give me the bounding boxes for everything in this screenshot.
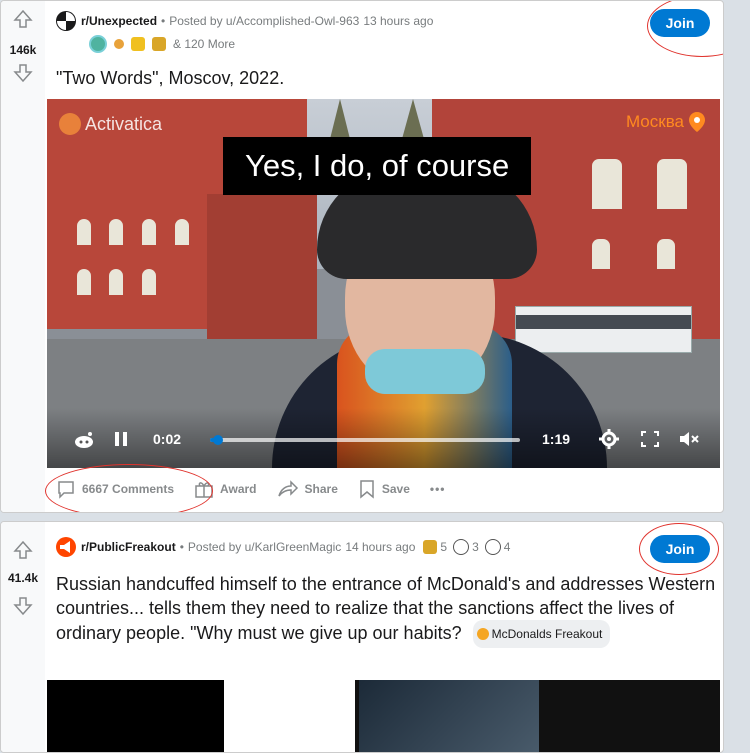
burger-icon [476,628,489,640]
posted-by[interactable]: Posted by u/Accomplished-Owl-963 [169,14,359,28]
award-icon-3 [484,539,501,555]
awards-row[interactable]: & 120 More [89,35,235,53]
award-count-3: 4 [503,540,511,554]
building-window [175,219,189,245]
post-title-text: Russian handcuffed himself to the entran… [56,574,716,643]
building-window [142,219,156,245]
post-card-unexpected: 146k r/Unexpected • Posted by u/Accompli… [0,0,724,513]
more-options-icon: ••• [429,482,446,496]
video-building-left-2 [207,194,317,344]
award-icon-3 [131,37,145,51]
post-card-publicfreakout: 41.4k r/PublicFreakout • Posted by u/Kar… [0,521,724,753]
video-duration: 1:19 [542,431,571,447]
save-label: Save [381,482,410,496]
building-window [77,219,91,245]
comments-button[interactable]: 6667 Comments [56,479,174,499]
watermark-left-text: Activatica [85,113,163,134]
more-options-button[interactable]: ••• [430,482,446,496]
building-window [592,159,622,209]
flair-label: McDonalds Freakout [491,627,603,641]
award-icon-1 [423,540,438,554]
award-icon-1 [89,35,107,53]
share-button[interactable]: Share [277,479,338,499]
post-meta: r/Unexpected • Posted by u/Accomplished-… [56,11,433,31]
post-meta: r/PublicFreakout • Posted by u/KarlGreen… [56,537,510,557]
vote-score: 146k [9,43,37,57]
building-window [142,269,156,295]
award-icon-4 [152,37,166,51]
award-label: Award [220,482,257,496]
video-preview-mid[interactable] [359,680,539,752]
progress-handle[interactable] [212,435,223,445]
building-window [592,239,610,269]
vote-column: 41.4k [1,522,45,752]
share-label: Share [304,482,338,496]
video-preview-left[interactable] [47,680,224,752]
comment-icon [58,481,74,499]
award-counts[interactable]: 5 3 4 [423,539,510,555]
downvote-icon[interactable] [13,596,33,616]
location-pin-icon [689,112,705,132]
join-button[interactable]: Join [650,9,710,37]
settings-gear-icon[interactable] [599,429,619,449]
building-window [109,269,123,295]
building-window [109,219,123,245]
watermark-right-text: Москва [625,112,684,131]
save-button[interactable]: Save [358,479,410,499]
join-button[interactable]: Join [650,535,710,563]
unexpected-logo-icon [57,12,75,30]
video-bus [515,306,692,353]
mute-icon[interactable] [679,431,699,447]
progress-bar[interactable] [210,435,520,445]
video-player[interactable]: Yes, I do, of course Activatica Москва 0… [47,99,720,468]
separator-dot: • [161,14,166,28]
more-awards: & 120 More [173,37,236,51]
subreddit-avatar[interactable] [56,11,76,31]
watermark-location: Москва [626,111,706,133]
upvote-icon[interactable] [13,540,33,560]
building-window [657,159,687,209]
vote-score: 41.4k [7,571,39,585]
subreddit-link[interactable]: r/Unexpected [81,14,157,28]
share-icon [277,480,298,497]
comments-label: 6667 Comments [82,482,175,496]
current-time: 0:02 [153,431,182,447]
building-window [77,269,91,295]
gift-icon [195,482,213,498]
bookmark-icon [360,480,374,499]
watermark-activatica: Activatica [59,113,162,135]
award-icon-2 [453,539,470,555]
reddit-video-icon[interactable] [73,430,95,450]
post-title[interactable]: Russian handcuffed himself to the entran… [56,572,716,648]
award-count-1: 5 [440,540,448,554]
fullscreen-icon[interactable] [641,431,659,447]
post-title[interactable]: "Two Words", Moscov, 2022. [56,66,284,90]
award-count-2: 3 [472,540,479,554]
posted-by[interactable]: Posted by u/KarlGreenMagic [188,540,341,554]
activatica-logo-icon [59,113,81,135]
subreddit-avatar[interactable] [56,537,76,557]
post-time: 13 hours ago [363,14,434,28]
upvote-icon[interactable] [13,9,33,29]
downvote-icon[interactable] [13,63,33,83]
post-time: 14 hours ago [345,540,416,554]
separator-dot: • [179,540,184,554]
vote-column: 146k [1,1,45,512]
video-caption: Yes, I do, of course [223,137,532,195]
pause-icon[interactable] [114,431,128,447]
post-actions: 6667 Comments Award Share Save ••• [56,479,466,499]
subreddit-link[interactable]: r/PublicFreakout [81,540,176,554]
award-icon-2 [114,39,124,49]
building-window [657,239,675,269]
award-button[interactable]: Award [194,479,257,499]
post-flair[interactable]: McDonalds Freakout [472,620,611,648]
megaphone-icon [60,541,70,553]
video-person-mask [365,349,485,394]
